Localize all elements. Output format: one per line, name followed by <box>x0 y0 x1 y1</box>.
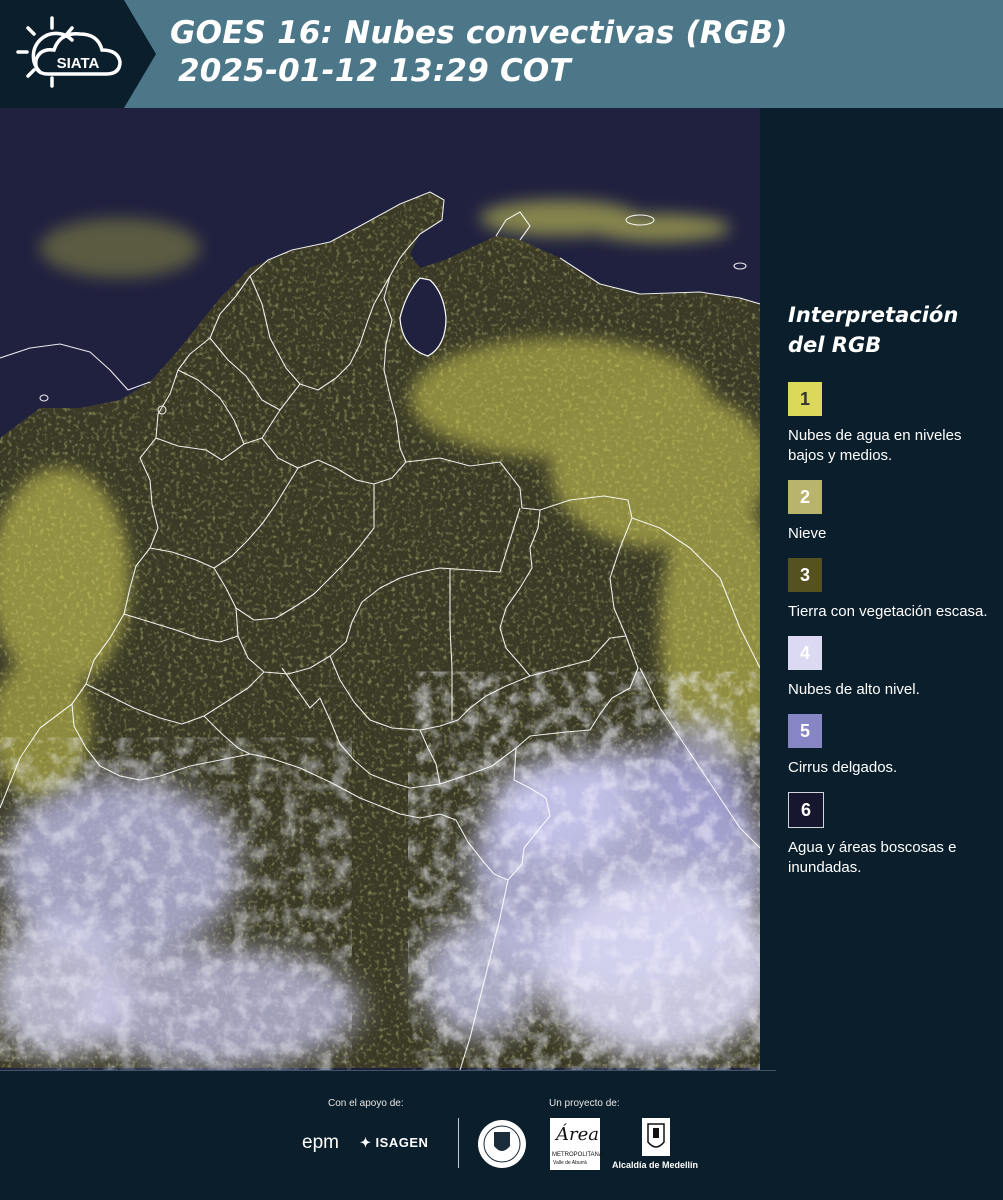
medellin-seal-icon <box>478 1120 526 1168</box>
area-logo-name: Área <box>556 1124 599 1145</box>
legend-label: Nubes de agua en niveles bajos y medios. <box>788 427 962 464</box>
legend-label: Tierra con vegetación escasa. <box>788 603 988 620</box>
legend-item: 2 Nieve <box>788 480 993 544</box>
legend-title-line-2: del RGB <box>788 333 882 357</box>
footer-divider-line <box>0 1070 776 1071</box>
alcaldia-emblem-icon <box>642 1118 670 1156</box>
legend-item: 3 Tierra con vegetación escasa. <box>788 558 993 622</box>
area-logo-sub1: METROPOLITANA <box>552 1152 603 1158</box>
legend-title-line-1: Interpretación <box>788 303 959 327</box>
isagen-star-icon: ✦ <box>360 1135 372 1150</box>
title-line-2: 2025-01-12 13:29 COT <box>178 53 571 89</box>
siata-logo: SIATA <box>0 0 156 108</box>
legend-label: Nieve <box>788 525 827 542</box>
header-bar: SIATA GOES 16: Nubes convectivas (RGB) 2… <box>0 0 1003 108</box>
legend-swatch: 1 <box>788 382 822 416</box>
sun-cloud-icon: SIATA <box>16 16 122 88</box>
area-logo-sub2: Valle de Aburrá <box>553 1160 587 1166</box>
alcaldia-logo-text: Alcaldía de Medellín <box>612 1160 699 1170</box>
legend-swatch: 2 <box>788 480 822 514</box>
legend: Interpretación del RGB 1 Nubes de agua en… <box>788 300 993 892</box>
svg-text:SIATA: SIATA <box>57 55 100 72</box>
legend-item: 1 Nubes de agua en niveles bajos y medios… <box>788 382 993 466</box>
title-line-1: GOES 16: Nubes convectivas (RGB) <box>170 15 788 51</box>
legend-label: Nubes de alto nivel. <box>788 681 920 698</box>
satellite-map <box>0 108 760 1070</box>
legend-item: 4 Nubes de alto nivel. <box>788 636 993 700</box>
legend-label: Cirrus delgados. <box>788 759 898 776</box>
legend-label: Agua y áreas boscosas e inundadas. <box>788 839 957 876</box>
legend-swatch: 6 <box>788 792 824 828</box>
support-label: Con el apoyo de: <box>328 1098 404 1109</box>
area-metropolitana-logo: Área METROPOLITANA Valle de Aburrá <box>550 1118 603 1170</box>
project-label: Un proyecto de: <box>549 1098 620 1109</box>
legend-item: 5 Cirrus delgados. <box>788 714 993 778</box>
legend-swatch: 4 <box>788 636 822 670</box>
map-canvas <box>0 108 760 1070</box>
isagen-logo: ✦ ISAGEN <box>360 1135 428 1151</box>
legend-item: 6 Agua y áreas boscosas e inundadas. <box>788 792 993 878</box>
legend-swatch: 3 <box>788 558 822 592</box>
epm-logo: epm <box>302 1132 339 1153</box>
legend-swatch: 5 <box>788 714 822 748</box>
isagen-text: ISAGEN <box>375 1135 429 1150</box>
footer-vertical-divider <box>458 1118 459 1168</box>
legend-title: Interpretación del RGB <box>788 300 993 360</box>
page-title: GOES 16: Nubes convectivas (RGB) 2025-01… <box>170 14 788 90</box>
legend-items: 1 Nubes de agua en niveles bajos y medios… <box>788 382 993 878</box>
footer: Con el apoyo de: Un proyecto de: epm ✦ I… <box>0 1070 1003 1200</box>
